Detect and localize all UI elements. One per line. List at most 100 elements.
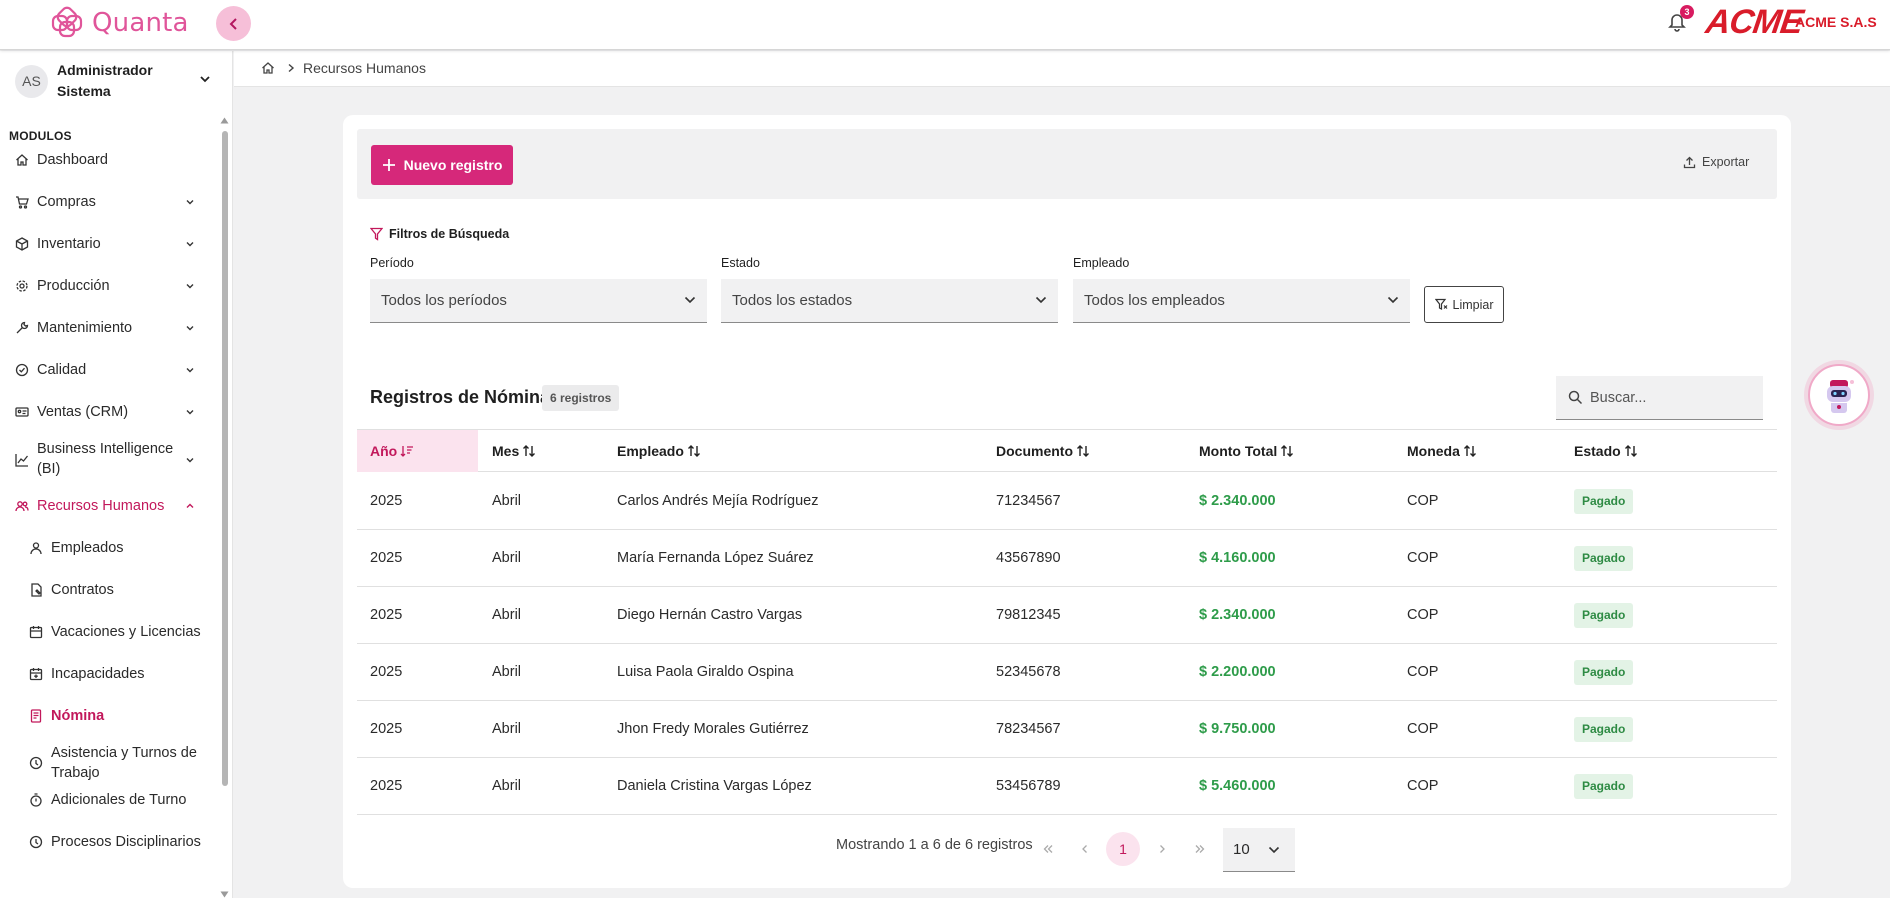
assistant-chat-button[interactable] [1808, 364, 1870, 426]
sidebar-item-dashboard[interactable]: Dashboard [0, 149, 220, 171]
periodo-label: Período [370, 256, 414, 270]
table-row[interactable]: 2025 Abril Jhon Fredy Morales Gutiérrez … [357, 701, 1777, 758]
export-button[interactable]: Exportar [1683, 155, 1749, 169]
sort-icon [1624, 445, 1637, 457]
user-name: Administrador Sistema [57, 62, 153, 99]
app-logo[interactable]: Quanta [50, 6, 189, 40]
table-row[interactable]: 2025 Abril Diego Hernán Castro Vargas 79… [357, 587, 1777, 644]
page-size-select[interactable]: 10 [1223, 828, 1295, 872]
column-header-documento[interactable]: Documento [996, 430, 1090, 472]
calendar-icon [29, 626, 43, 639]
cart-icon [16, 196, 29, 209]
modules-heading: MODULOS [9, 129, 72, 143]
sidebar-item-label: Adicionales de Turno [51, 792, 187, 808]
payroll-card: Nuevo registro Exportar Filtros de Búsqu… [343, 115, 1791, 888]
sidebar-item-mantenimiento[interactable]: Mantenimiento [0, 317, 220, 339]
breadcrumb-current[interactable]: Recursos Humanos [303, 60, 426, 76]
cell-ano: 2025 [370, 550, 403, 566]
cell-monto-total: $ 4.160.000 [1199, 550, 1276, 566]
column-header-monto-total[interactable]: Monto Total [1199, 430, 1294, 472]
cell-mes: Abril [492, 607, 522, 623]
column-header-estado[interactable]: Estado [1574, 430, 1638, 472]
quanta-logo-icon [51, 6, 83, 38]
export-label: Exportar [1702, 155, 1750, 169]
sidebar-item-contratos[interactable]: Contratos [0, 579, 220, 601]
sidebar-item-calidad[interactable]: Calidad [0, 359, 220, 381]
pagination: Mostrando 1 a 6 de 6 registros 1 10 [343, 824, 1791, 872]
filters-heading: Filtros de Búsqueda [370, 227, 509, 241]
sidebar-item-inventario[interactable]: Inventario [0, 233, 220, 255]
empleado-value: Todos los empleados [1084, 292, 1225, 309]
chevron-right-icon [1160, 845, 1165, 853]
sidebar-item-procesos[interactable]: Procesos Disciplinarios [0, 831, 220, 853]
sidebar-item-label: Procesos Disciplinarios [51, 834, 201, 850]
sidebar-item-asistencia[interactable]: Asistencia y Turnos de Trabajo [0, 743, 220, 785]
cell-empleado: Carlos Andrés Mejía Rodríguez [617, 493, 819, 509]
cell-moneda: COP [1407, 550, 1439, 566]
cell-mes: Abril [492, 493, 522, 509]
next-page-button[interactable] [1145, 832, 1179, 866]
clear-filters-button[interactable]: Limpiar [1424, 286, 1504, 323]
new-record-button[interactable]: Nuevo registro [371, 145, 513, 185]
scrollbar-thumb[interactable] [222, 131, 228, 786]
column-header-mes[interactable]: Mes [492, 430, 536, 472]
table-row[interactable]: 2025 Abril Carlos Andrés Mejía Rodríguez… [357, 473, 1777, 530]
sidebar-item-vacaciones[interactable]: Vacaciones y Licencias [0, 621, 220, 643]
sidebar-item-nomina[interactable]: Nómina [0, 705, 220, 727]
collapse-sidebar-button[interactable] [216, 6, 251, 41]
chevron-down-icon [1387, 296, 1399, 304]
check-circle-icon [15, 363, 29, 377]
chevron-down-icon [186, 284, 194, 289]
column-header-ano[interactable]: Año [357, 430, 478, 472]
robot-icon [1827, 380, 1854, 413]
sidebar-item-label: Recursos Humanos [37, 498, 165, 514]
sort-icon [1463, 445, 1476, 457]
timer-icon [30, 793, 42, 807]
chevron-up-icon [186, 503, 194, 508]
company-name[interactable]: ACME S.A.S [1795, 14, 1877, 30]
cell-mes: Abril [492, 664, 522, 680]
table-row[interactable]: 2025 Abril María Fernanda López Suárez 4… [357, 530, 1777, 587]
cell-monto-total: $ 9.750.000 [1199, 721, 1276, 737]
cell-ano: 2025 [370, 721, 403, 737]
table-search[interactable] [1556, 376, 1763, 420]
id-card-icon [15, 407, 29, 417]
sidebar-item-compras[interactable]: Compras [0, 191, 220, 213]
home-icon[interactable] [261, 61, 275, 75]
notification-count-badge: 3 [1680, 5, 1694, 19]
wrench-icon [16, 321, 29, 334]
sidebar-item-empleados[interactable]: Empleados [0, 537, 220, 559]
sidebar-item-label: Contratos [51, 582, 114, 598]
cell-ano: 2025 [370, 778, 403, 794]
cell-empleado: Luisa Paola Giraldo Ospina [617, 664, 794, 680]
scroll-up-arrow-icon[interactable] [220, 117, 229, 124]
search-input[interactable] [1590, 386, 1750, 410]
user-menu[interactable]: AS Administrador Sistema [15, 60, 215, 102]
cell-mes: Abril [492, 721, 522, 737]
sidebar-item-adicionales[interactable]: Adicionales de Turno [0, 789, 220, 811]
sidebar-item-ventas[interactable]: Ventas (CRM) [0, 401, 220, 423]
sidebar-item-recursos-humanos[interactable]: Recursos Humanos [0, 495, 220, 517]
first-page-button[interactable] [1031, 832, 1065, 866]
avatar: AS [15, 64, 48, 98]
chevron-right-icon [288, 63, 295, 73]
column-header-empleado[interactable]: Empleado [617, 430, 701, 472]
sidebar-item-produccion[interactable]: Producción [0, 275, 220, 297]
sidebar-item-incapacidades[interactable]: Incapacidades [0, 663, 220, 685]
table-row[interactable]: 2025 Abril Daniela Cristina Vargas López… [357, 758, 1777, 815]
column-header-moneda[interactable]: Moneda [1407, 430, 1477, 472]
cell-documento: 53456789 [996, 778, 1061, 794]
page-1-button[interactable]: 1 [1106, 832, 1140, 866]
estado-label: Estado [721, 256, 760, 270]
estado-select[interactable]: Todos los estados [721, 279, 1058, 323]
previous-page-button[interactable] [1068, 832, 1102, 866]
table-row[interactable]: 2025 Abril Luisa Paola Giraldo Ospina 52… [357, 644, 1777, 701]
scroll-down-arrow-icon[interactable] [220, 891, 229, 898]
periodo-select[interactable]: Todos los períodos [370, 279, 707, 323]
clock-icon [29, 756, 43, 770]
empleado-select[interactable]: Todos los empleados [1073, 279, 1410, 323]
last-page-button[interactable] [1183, 832, 1217, 866]
cell-moneda: COP [1407, 721, 1439, 737]
sidebar-item-bi[interactable]: Business Intelligence (BI) [0, 439, 220, 481]
chevron-down-icon [1035, 296, 1047, 304]
